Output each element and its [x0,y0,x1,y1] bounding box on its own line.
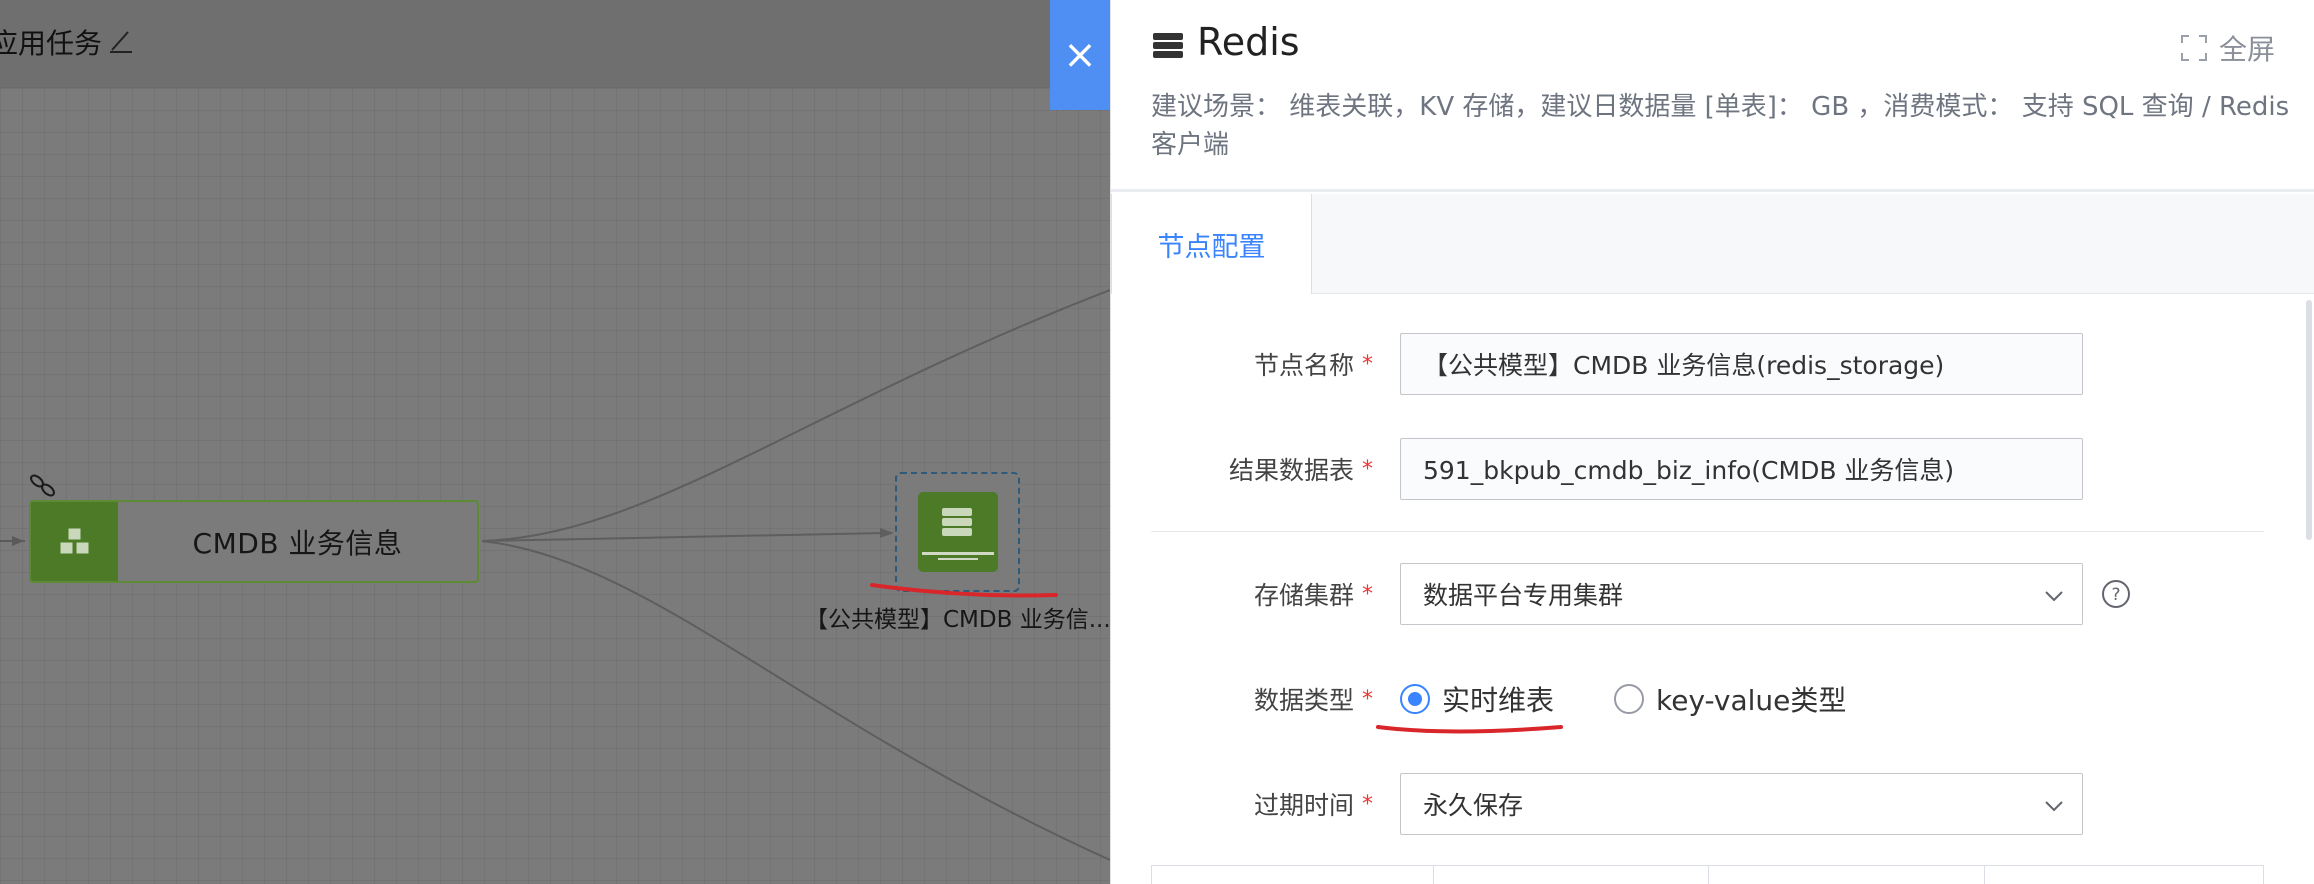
required-mark: * [1362,791,1373,817]
result-table-label: 结果数据表 [1228,456,1354,485]
expire-label: 过期时间 [1253,791,1354,820]
radio-label: 实时维表 [1442,684,1555,717]
cubes-icon [31,502,118,581]
result-table-input[interactable]: 591_bkpub_cmdb_biz_info(CMDB 业务信息) [1400,438,2083,500]
node-config-form: 节点名称 * 【公共模型】CMDB 业务信息(redis_storage) 结果数… [1111,295,2314,884]
source-node-label: CMDB 业务信息 [192,526,403,560]
cluster-select[interactable]: 数据平台专用集群 [1400,563,2083,625]
form-row-data-type: 数据类型 * 实时维表 key-value类型 [1111,668,2314,730]
database-icon [917,492,998,572]
drawer-scrollbar[interactable] [2306,300,2312,540]
radio-label: key-value类型 [1656,684,1847,717]
data-type-label: 数据类型 [1253,686,1354,715]
form-row-result-table: 结果数据表 * 591_bkpub_cmdb_biz_info(CMDB 业务信息… [1111,438,2314,500]
tab-node-config[interactable]: 节点配置 [1111,194,1312,294]
source-node-cmdb[interactable]: CMDB 业务信息 [29,500,479,583]
flow-canvas[interactable]: 应用任务 CMDB 业务信息 【公共模型】CMDB 业务信... × [0,0,1110,884]
fullscreen-button[interactable]: 全屏 [2179,28,2275,68]
required-mark: * [1362,686,1373,712]
form-row-expire: 过期时间 * 永久保存 [1111,773,2314,835]
help-icon[interactable]: ? [2101,579,2131,609]
node-config-drawer: Redis 全屏 建议场景： 维表关联，KV 存储，建议日数据量 [单表]： G… [1110,0,2314,884]
form-row-cluster: 存储集群 * 数据平台专用集群 ? [1111,563,2314,625]
svg-text:?: ? [2111,585,2120,605]
required-mark: * [1362,581,1373,607]
close-drawer-button[interactable]: × [1050,0,1110,110]
chevron-down-icon [2045,591,2063,602]
fullscreen-label: 全屏 [2218,33,2275,66]
field-config-table [1151,865,2264,884]
drawer-tabs: 节点配置 [1111,194,2314,294]
radio-unchecked-icon [1614,684,1645,714]
database-icon [1153,33,1183,58]
radio-realtime-dim-table[interactable]: 实时维表 [1400,679,1554,719]
drawer-title: Redis [1197,20,1300,64]
redis-storage-node[interactable] [895,472,1020,592]
cluster-label: 存储集群 [1253,581,1354,610]
expire-value: 永久保存 [1423,791,1524,820]
node-name-input[interactable]: 【公共模型】CMDB 业务信息(redis_storage) [1400,333,2083,395]
radio-key-value-type[interactable]: key-value类型 [1614,679,1846,719]
node-name-label: 节点名称 [1253,351,1354,380]
link-icon [30,474,55,497]
fullscreen-icon [2180,35,2207,61]
required-mark: * [1362,351,1373,377]
radio-checked-icon [1400,684,1430,714]
chevron-down-icon [2045,801,2063,812]
expire-select[interactable]: 永久保存 [1400,773,2083,835]
redis-node-label: 【公共模型】CMDB 业务信... [805,607,1110,633]
annotation-underline [1376,725,1563,734]
form-divider [1151,531,2264,532]
required-mark: * [1362,456,1373,482]
form-row-node-name: 节点名称 * 【公共模型】CMDB 业务信息(redis_storage) [1111,333,2314,395]
cluster-value: 数据平台专用集群 [1423,581,1624,610]
recommend-description: 建议场景： 维表关联，KV 存储，建议日数据量 [单表]： GB ，消费模式： … [1151,92,2290,160]
drawer-header: Redis 全屏 建议场景： 维表关联，KV 存储，建议日数据量 [单表]： G… [1111,0,2314,192]
flow-edges [0,289,1110,861]
